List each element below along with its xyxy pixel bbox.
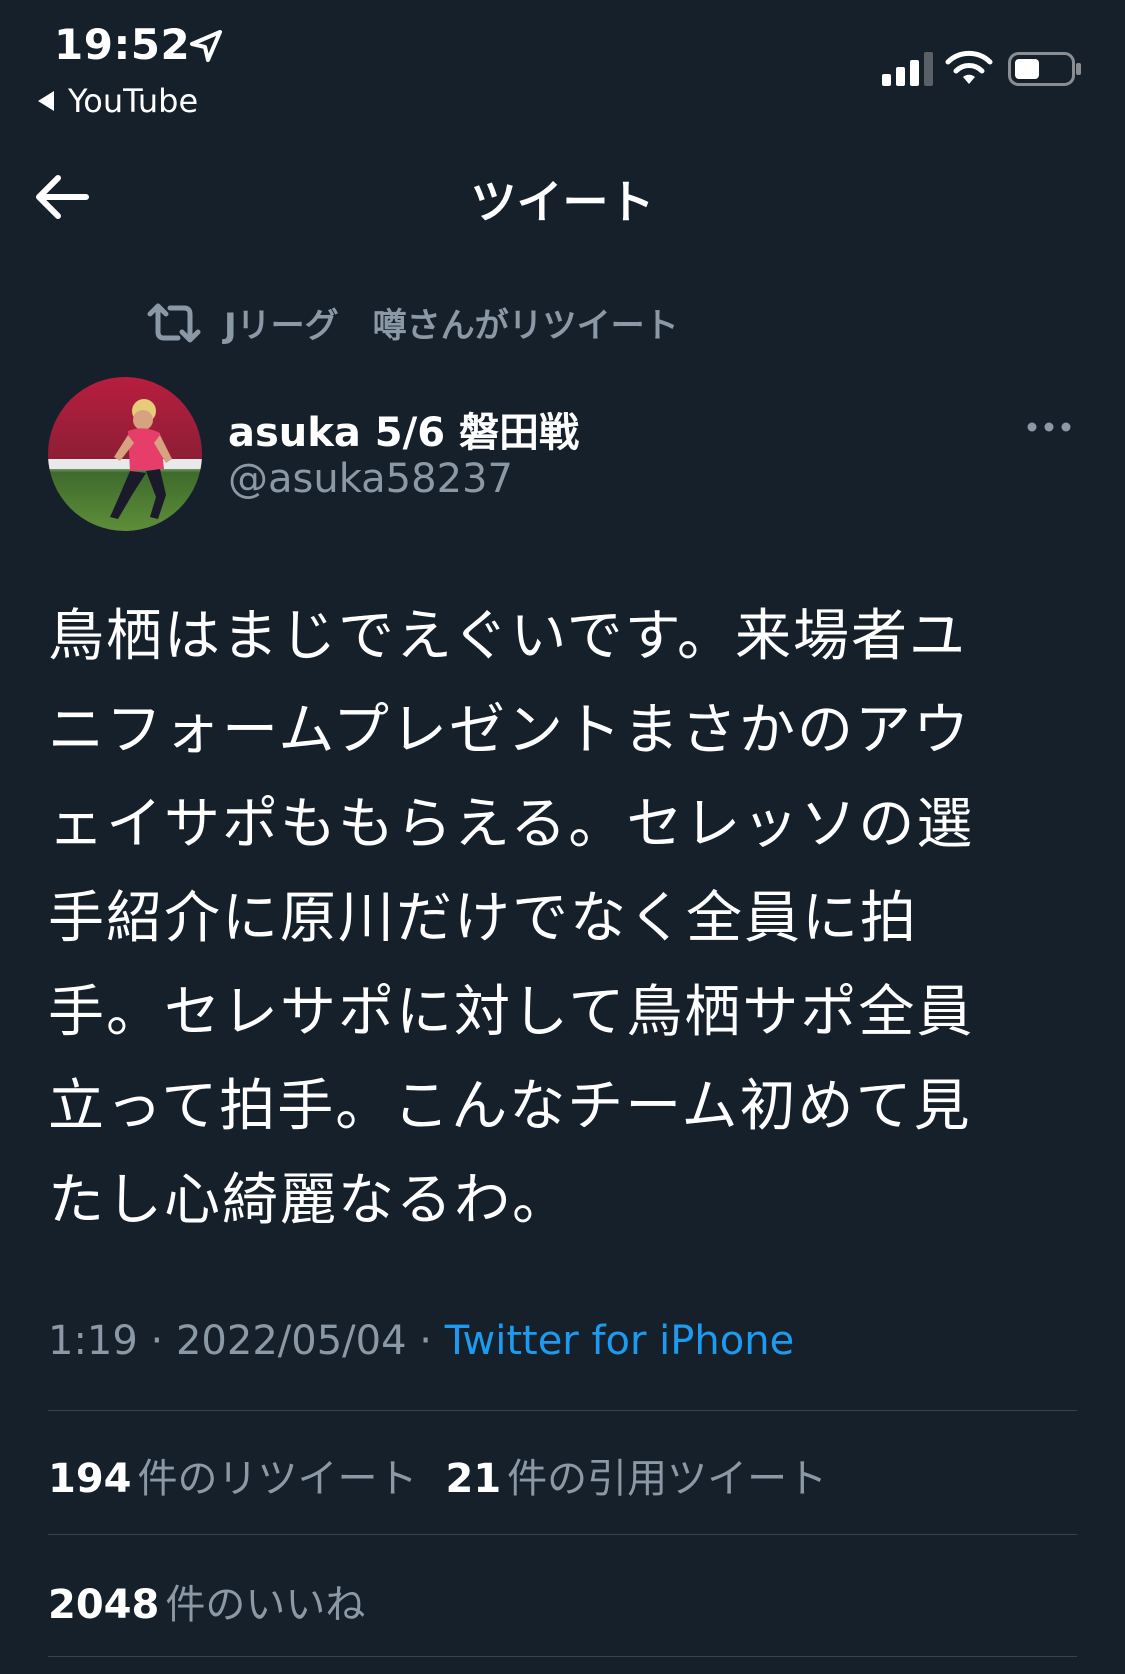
back-triangle-icon <box>38 91 54 111</box>
divider <box>48 1410 1077 1411</box>
stats-row-shares: 194 件のリツイート 21 件の引用ツイート <box>48 1446 855 1504</box>
tweet-text-line: たし心綺麗なるわ。 <box>48 1168 570 1233</box>
tweet-text-line: 鳥栖はまじでえぐいです。来場者ユ <box>48 604 968 669</box>
likes-label: 件のいいね <box>165 1582 366 1628</box>
meta-separator: · <box>137 1318 176 1364</box>
divider <box>48 1534 1077 1535</box>
quotes-count: 21 <box>445 1456 502 1502</box>
tweet-text-line: 立って拍手。こんなチーム初めて見 <box>48 1074 972 1139</box>
tweet-text: 鳥栖はまじでえぐいです。来場者ユ ニフォームプレゼントまさかのアウ ェイサポもも… <box>48 590 1078 1248</box>
retweets-label: 件のリツイート <box>137 1456 418 1502</box>
tweet-time[interactable]: 1:19 <box>48 1318 138 1364</box>
meta-separator: · <box>406 1318 445 1364</box>
battery-icon <box>1008 52 1081 86</box>
back-app-label: YouTube <box>68 82 199 120</box>
likes-count: 2048 <box>48 1582 160 1628</box>
tweet-meta: 1:19 · 2022/05/04 · Twitter for iPhone <box>48 1318 794 1364</box>
avatar[interactable] <box>48 377 202 531</box>
location-arrow-icon <box>190 30 222 62</box>
tweet-text-line: ニフォームプレゼントまさかのアウ <box>48 698 971 763</box>
back-to-app-link[interactable]: YouTube <box>38 82 198 120</box>
avatar-image <box>48 377 202 531</box>
author-handle[interactable]: @asuka58237 <box>228 456 513 502</box>
more-options-icon[interactable] <box>1026 412 1072 442</box>
retweet-context[interactable]: Jリーグ 噂さんがリツイート <box>146 298 679 347</box>
status-time: 19:52 <box>54 20 191 69</box>
stats-row-likes: 2048 件のいいね <box>48 1572 393 1630</box>
tweet-text-line: 手紹介に原川だけでなく全員に拍 <box>48 886 918 951</box>
quotes-stat[interactable]: 21 件の引用ツイート <box>446 1446 828 1504</box>
page-title: ツイート <box>470 175 655 229</box>
retweets-stat[interactable]: 194 件のリツイート <box>48 1446 418 1504</box>
tweet-client-link[interactable]: Twitter for iPhone <box>445 1318 795 1364</box>
tweet-text-line: ェイサポももらえる。セレッソの選 <box>48 792 975 857</box>
retweet-context-label: Jリーグ 噂さんがリツイート <box>224 306 679 346</box>
divider <box>48 1656 1077 1657</box>
likes-stat[interactable]: 2048 件のいいね <box>48 1572 365 1630</box>
tweet-text-line: 手。セレサポに対して鳥栖サポ全員 <box>48 980 975 1045</box>
wifi-icon <box>945 50 993 84</box>
retweets-count: 194 <box>48 1456 132 1502</box>
tweet-date[interactable]: 2022/05/04 <box>176 1318 407 1364</box>
retweet-icon <box>147 303 201 342</box>
cellular-signal-icon <box>882 52 933 86</box>
quotes-label: 件の引用ツイート <box>507 1456 828 1502</box>
author-name[interactable]: asuka 5/6 磐田戦 <box>228 400 579 458</box>
